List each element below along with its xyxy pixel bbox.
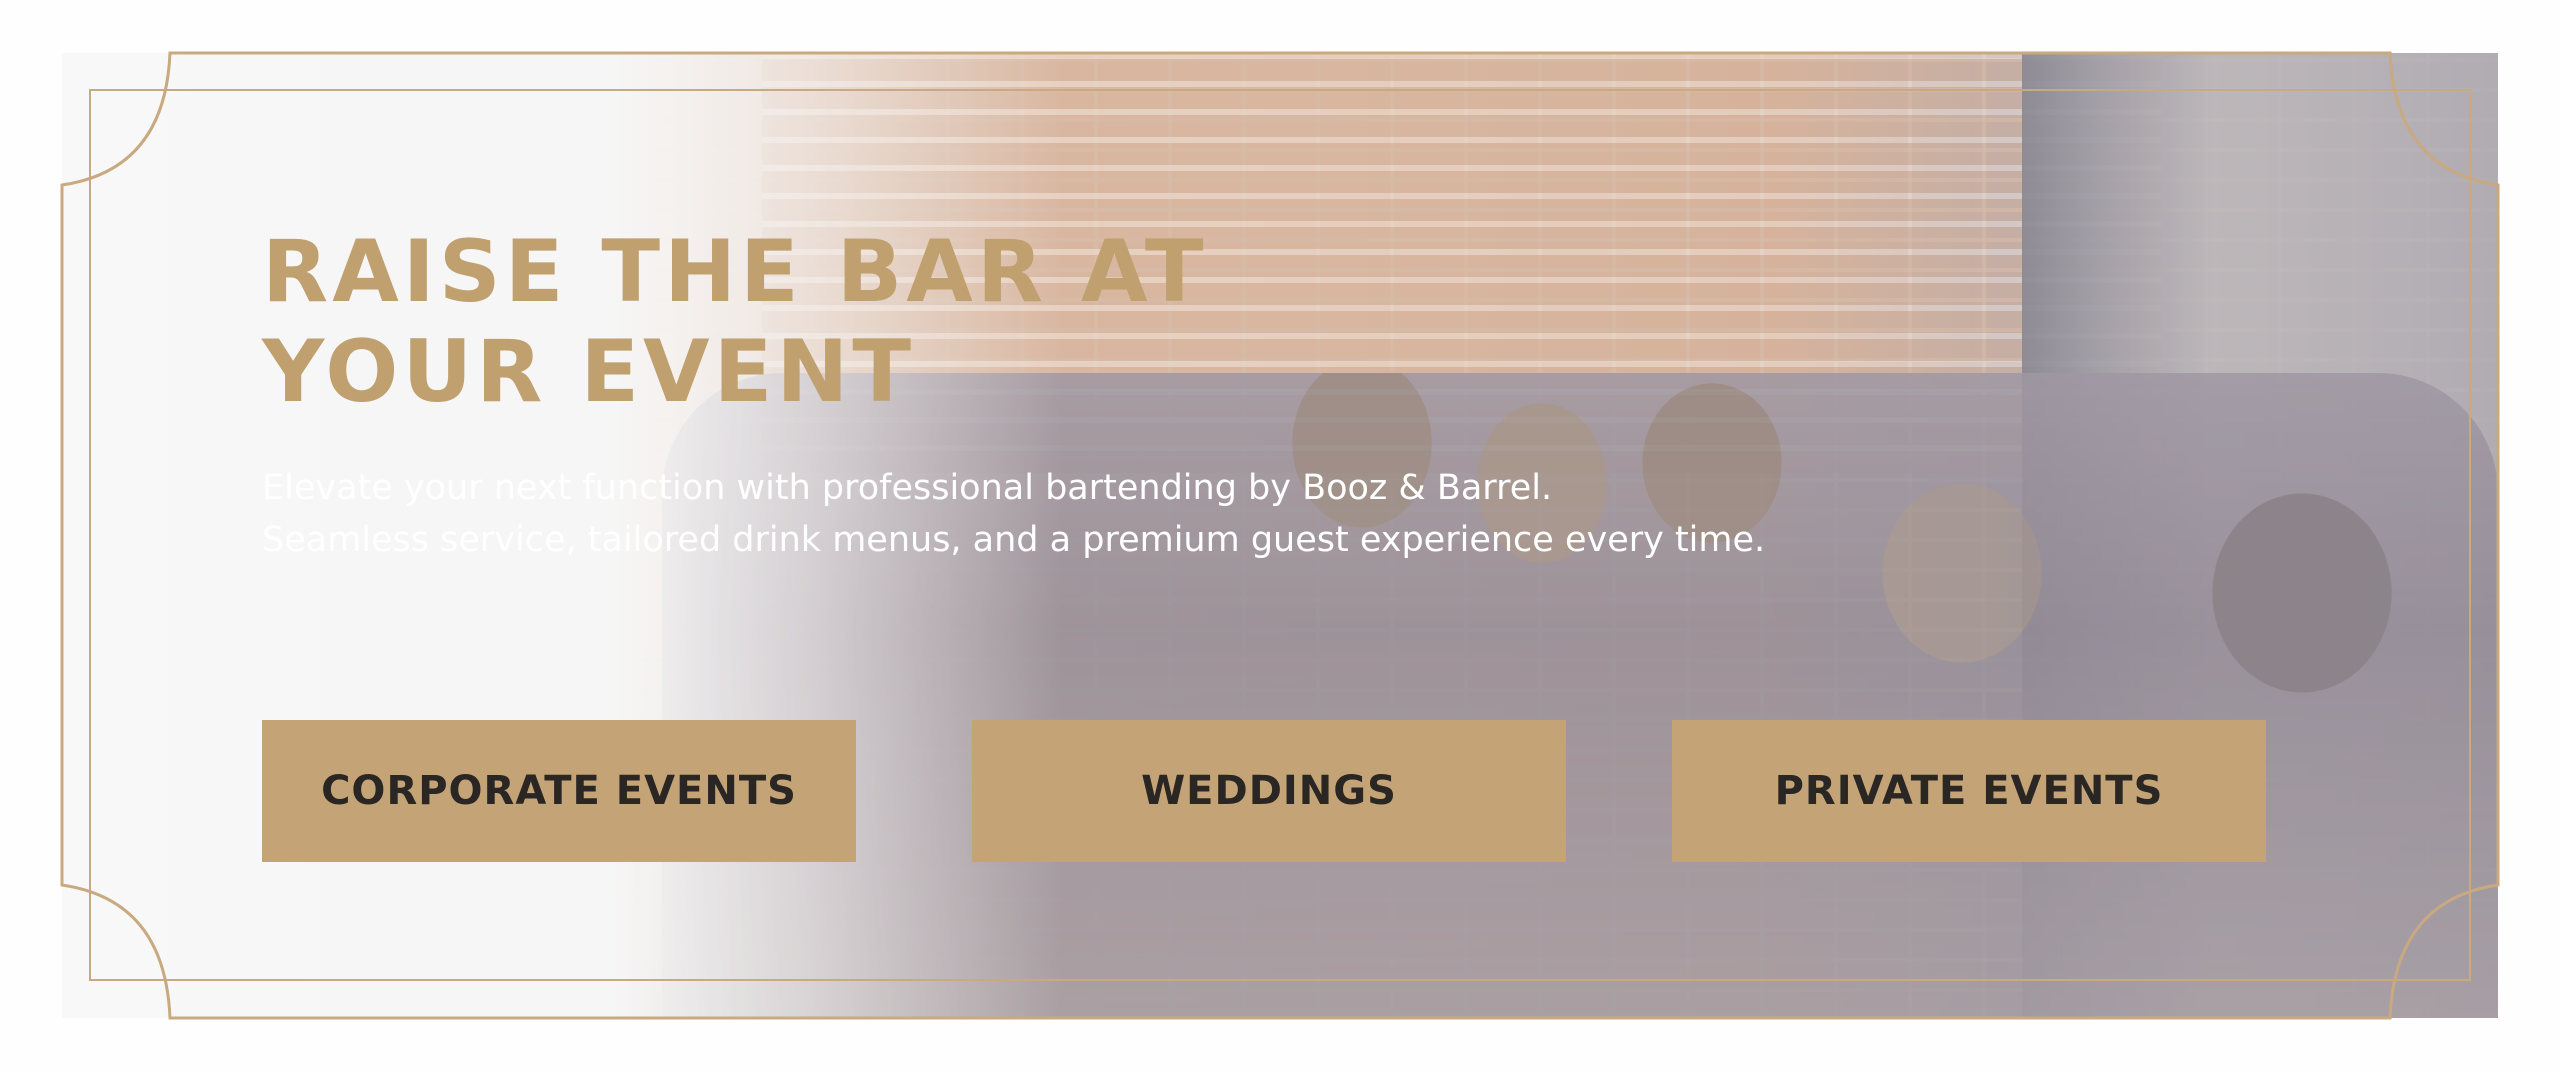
headline-line-2: YOUR EVENT (262, 322, 916, 422)
private-events-button[interactable]: PRIVATE EVENTS (1672, 720, 2266, 862)
intro-text: Elevate your next function with professi… (262, 462, 2062, 566)
corporate-events-button[interactable]: CORPORATE EVENTS (262, 720, 856, 862)
intro-line-1: Elevate your next function with professi… (262, 468, 1553, 508)
page-title: RAISE THE BAR AT YOUR EVENT (262, 222, 1262, 422)
intro-line-2: Seamless service, tailored drink menus, … (262, 520, 1766, 560)
headline-line-1: RAISE THE BAR AT (262, 222, 1208, 322)
hero-section: RAISE THE BAR AT YOUR EVENT Elevate your… (0, 0, 2560, 1073)
weddings-button[interactable]: WEDDINGS (972, 720, 1566, 862)
